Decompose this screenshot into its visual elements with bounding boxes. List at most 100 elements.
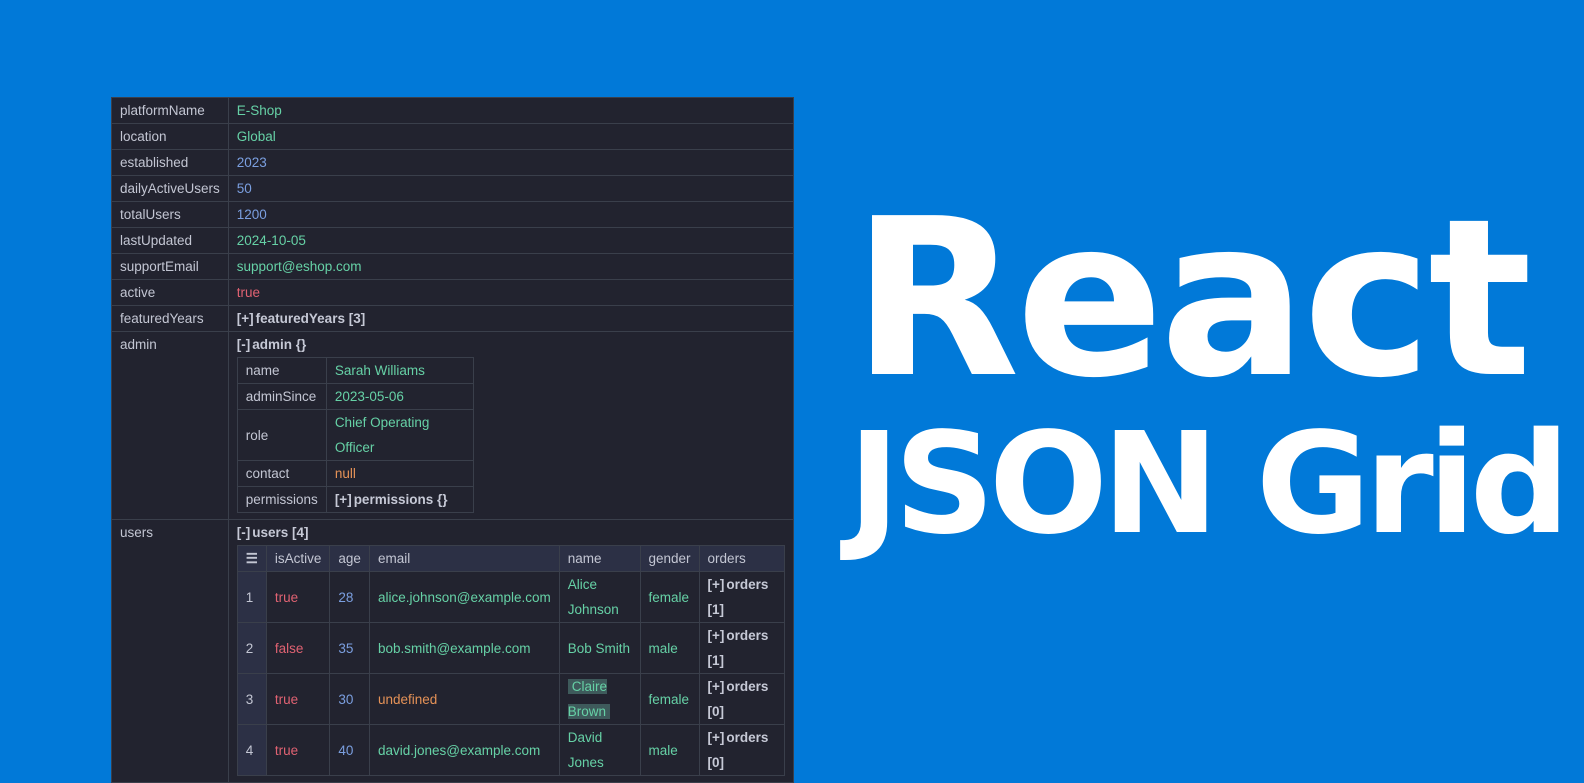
key-cell: adminSince: [236, 383, 327, 410]
value-cell: Chief Operating Officer: [325, 409, 474, 461]
key-cell: supportEmail: [111, 253, 229, 280]
grid-row-supportEmail: supportEmail support@eshop.com: [111, 253, 795, 280]
value-cell: Global: [227, 123, 795, 150]
subgrid-header-row: ☰ isActive age email name gender orders: [236, 545, 786, 572]
column-header[interactable]: isActive: [265, 545, 331, 572]
key-cell: totalUsers: [111, 201, 229, 228]
subgrid-row: role Chief Operating Officer: [236, 409, 474, 461]
cell-gender: male: [639, 724, 700, 776]
cell-orders: [+] orders [1]: [698, 571, 786, 623]
value-cell: 2024-10-05: [227, 227, 795, 254]
cell-gender: female: [639, 571, 700, 623]
value-cell: [-] users [4] ☰ isActive age email name g…: [227, 519, 795, 783]
grid-row-established: established 2023: [111, 149, 795, 176]
cell-email: alice.johnson@example.com: [368, 571, 560, 623]
toggle-label: featuredYears [3]: [255, 311, 366, 326]
value-cell: 2023-05-06: [325, 383, 474, 410]
row-index: 2: [236, 622, 267, 674]
collapse-toggle-admin[interactable]: [-] admin {}: [237, 337, 307, 352]
value-cell: E-Shop: [227, 97, 795, 124]
expand-toggle-featuredYears[interactable]: [+] featuredYears [3]: [237, 311, 365, 326]
table-row: 1 true 28 alice.johnson@example.com Alic…: [236, 571, 786, 623]
key-cell: location: [111, 123, 229, 150]
expand-icon: [+]: [707, 628, 725, 643]
expand-icon: [+]: [707, 730, 725, 745]
toggle-label: users [4]: [252, 525, 309, 540]
cell-isActive: true: [265, 571, 331, 623]
toggle-label: admin {}: [252, 337, 307, 352]
table-row: 4 true 40 david.jones@example.com David …: [236, 724, 786, 776]
collapse-toggle-users[interactable]: [-] users [4]: [237, 525, 309, 540]
expand-toggle-orders[interactable]: [+] orders [1]: [708, 577, 769, 617]
cell-gender: male: [639, 622, 700, 674]
table-row: 2 false 35 bob.smith@example.com Bob Smi…: [236, 622, 786, 674]
cell-age: 28: [329, 571, 370, 623]
cell-name: David Jones: [558, 724, 641, 776]
value-cell: Sarah Williams: [325, 357, 474, 384]
key-cell: users: [111, 519, 229, 783]
key-cell: contact: [236, 460, 327, 487]
grid-row-platformName: platformName E-Shop: [111, 97, 795, 124]
grid-row-users: users [-] users [4] ☰ isActive age email …: [111, 519, 795, 783]
column-header[interactable]: age: [329, 545, 370, 572]
grid-row-dailyActiveUsers: dailyActiveUsers 50: [111, 175, 795, 202]
key-cell: role: [236, 409, 327, 461]
key-cell: active: [111, 279, 229, 306]
expand-icon: [+]: [236, 311, 254, 326]
subgrid-row: name Sarah Williams: [236, 357, 474, 384]
collapse-icon: [-]: [236, 525, 251, 540]
expand-icon: [+]: [707, 679, 725, 694]
highlighted-value: Claire Brown: [567, 679, 610, 719]
title-react: React: [852, 173, 1532, 426]
expand-icon: [+]: [334, 492, 352, 507]
column-header[interactable]: email: [368, 545, 560, 572]
cell-isActive: false: [265, 622, 331, 674]
users-subgrid: ☰ isActive age email name gender orders …: [236, 545, 786, 776]
json-grid: platformName E-Shop location Global esta…: [111, 97, 795, 783]
menu-icon[interactable]: ☰: [236, 545, 267, 572]
expand-toggle-orders[interactable]: [+] orders [0]: [708, 730, 769, 770]
cell-name: Alice Johnson: [558, 571, 641, 623]
value-cell: [-] admin {} name Sarah Williams adminSinc…: [227, 331, 795, 520]
cell-isActive: true: [265, 724, 331, 776]
row-index: 4: [236, 724, 267, 776]
cell-age: 35: [329, 622, 370, 674]
value-cell: [+] featuredYears [3]: [227, 305, 795, 332]
expand-toggle-orders[interactable]: [+] orders [0]: [708, 679, 769, 719]
cell-gender: female: [639, 673, 700, 725]
grid-row-featuredYears: featuredYears [+] featuredYears [3]: [111, 305, 795, 332]
row-index: 3: [236, 673, 267, 725]
cell-email: undefined: [368, 673, 560, 725]
cell-email: bob.smith@example.com: [368, 622, 560, 674]
row-index: 1: [236, 571, 267, 623]
table-row: 3 true 30 undefined Claire Brown female …: [236, 673, 786, 725]
cell-orders: [+] orders [1]: [698, 622, 786, 674]
key-cell: name: [236, 357, 327, 384]
value-cell: 2023: [227, 149, 795, 176]
collapse-icon: [-]: [236, 337, 251, 352]
cell-age: 40: [329, 724, 370, 776]
column-header[interactable]: orders: [698, 545, 786, 572]
column-header[interactable]: name: [558, 545, 641, 572]
value-cell: null: [325, 460, 474, 487]
subgrid-row: contact null: [236, 460, 474, 487]
key-cell: lastUpdated: [111, 227, 229, 254]
cell-name: Claire Brown: [558, 673, 641, 725]
key-cell: dailyActiveUsers: [111, 175, 229, 202]
cell-age: 30: [329, 673, 370, 725]
expand-toggle-permissions[interactable]: [+] permissions {}: [335, 492, 448, 507]
column-header[interactable]: gender: [639, 545, 700, 572]
key-cell: featuredYears: [111, 305, 229, 332]
cell-email: david.jones@example.com: [368, 724, 560, 776]
value-cell: support@eshop.com: [227, 253, 795, 280]
grid-row-location: location Global: [111, 123, 795, 150]
subgrid-row: adminSince 2023-05-06: [236, 383, 474, 410]
cell-name: Bob Smith: [558, 622, 641, 674]
title-json-grid: JSON Grid: [848, 403, 1570, 566]
cell-orders: [+] orders [0]: [698, 724, 786, 776]
value-cell: 50: [227, 175, 795, 202]
value-cell: true: [227, 279, 795, 306]
expand-toggle-orders[interactable]: [+] orders [1]: [708, 628, 769, 668]
grid-row-lastUpdated: lastUpdated 2024-10-05: [111, 227, 795, 254]
cell-orders: [+] orders [0]: [698, 673, 786, 725]
